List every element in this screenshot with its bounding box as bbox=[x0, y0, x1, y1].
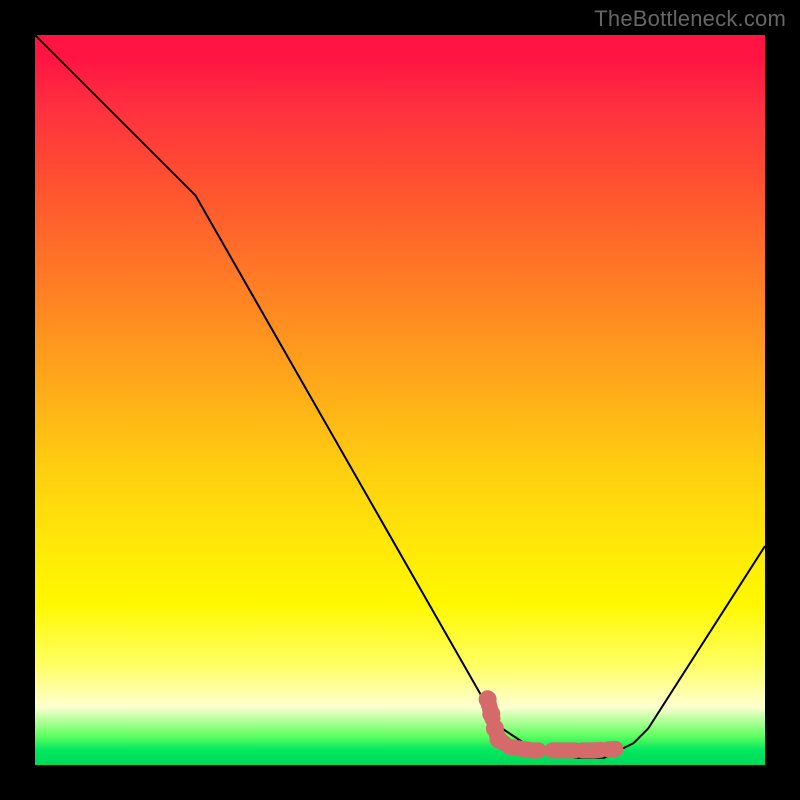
chart-svg bbox=[35, 35, 765, 765]
watermark-text: TheBottleneck.com bbox=[594, 6, 786, 32]
main-curve bbox=[35, 35, 765, 758]
marker-dot bbox=[567, 742, 583, 758]
marker-group bbox=[479, 690, 623, 758]
marker-dot bbox=[608, 742, 622, 756]
chart-plot-area bbox=[35, 35, 765, 765]
marker-dot bbox=[523, 742, 539, 758]
marker-dot bbox=[502, 739, 518, 755]
marker-dot bbox=[545, 742, 561, 758]
marker-dot bbox=[586, 742, 602, 758]
